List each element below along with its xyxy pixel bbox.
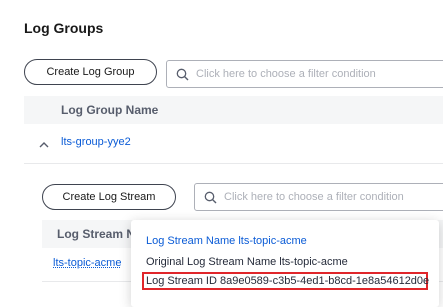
create-log-group-button[interactable]: Create Log Group	[24, 59, 157, 85]
log-stream-link[interactable]: lts-topic-acme	[53, 257, 121, 269]
stream-filter-placeholder: Click here to choose a filter condition	[224, 191, 404, 203]
log-group-link[interactable]: lts-group-yye2	[61, 136, 131, 148]
group-name-column-header: Log Group Name	[61, 103, 159, 117]
stream-name-column-header: Log Stream Na	[57, 227, 142, 241]
search-icon	[204, 191, 217, 203]
stream-filter-input[interactable]: Click here to choose a filter condition	[194, 183, 443, 211]
popover-original-stream-name: Original Log Stream Name lts-topic-acme	[146, 256, 348, 268]
row-divider	[24, 163, 443, 164]
popover-stream-id: Log Stream ID 8a9e0589-c3b5-4ed1-b8cd-1e…	[146, 275, 430, 287]
popover-stream-name: Log Stream Name lts-topic-acme	[146, 235, 307, 247]
create-log-stream-button[interactable]: Create Log Stream	[42, 184, 176, 210]
search-icon	[176, 68, 189, 80]
chevron-up-icon[interactable]	[38, 139, 50, 151]
log-stream-details-popover: Log Stream Name lts-topic-acme Original …	[131, 220, 439, 307]
group-filter-placeholder: Click here to choose a filter condition	[196, 68, 376, 80]
page-title: Log Groups	[24, 20, 104, 36]
log-groups-panel: Log Groups Create Log Group Click here t…	[0, 0, 443, 307]
group-filter-input[interactable]: Click here to choose a filter condition	[166, 60, 443, 88]
